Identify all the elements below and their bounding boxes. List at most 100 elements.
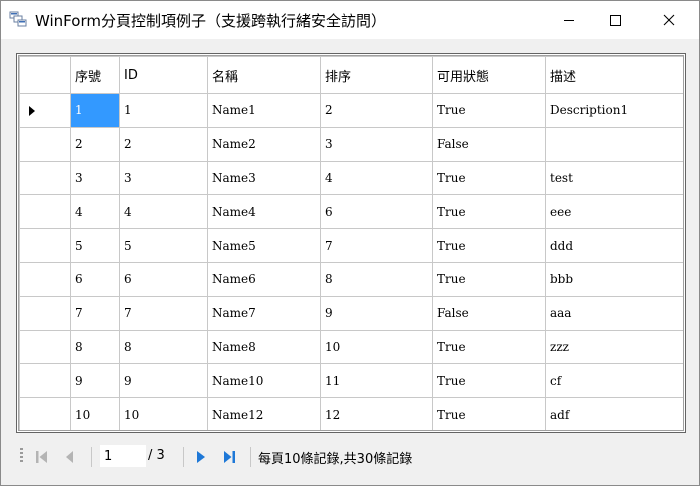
cell-status[interactable]: False (432, 126, 546, 162)
cell-id[interactable]: 3 (119, 160, 208, 196)
table-row[interactable]: 8 8 Name8 10 True zzz (19, 329, 683, 365)
cell-id[interactable]: 8 (119, 329, 208, 365)
cell-id[interactable]: 6 (119, 261, 208, 297)
row-header-cell[interactable] (19, 261, 71, 297)
cell-name[interactable]: Name7 (207, 295, 321, 331)
row-header-cell[interactable] (19, 295, 71, 331)
cell-description[interactable]: test (545, 160, 683, 196)
row-header-cell[interactable] (19, 363, 71, 399)
close-button[interactable] (646, 1, 692, 39)
cell-id[interactable]: 2 (119, 126, 208, 162)
table-row[interactable]: 3 3 Name3 4 True test (19, 160, 683, 196)
minimize-button[interactable] (546, 1, 592, 39)
cell-description[interactable]: bbb (545, 261, 683, 297)
data-grid[interactable]: 序號 ID 名稱 排序 可用狀態 描述 1 1 Name1 2 True Descript… (16, 53, 686, 433)
cell-name[interactable]: Name6 (207, 261, 321, 297)
title-bar: WinForm分頁控制項例子（支援跨執行緒安全訪問） (1, 1, 699, 39)
cell-id[interactable]: 5 (119, 228, 208, 263)
cell-id[interactable]: 7 (119, 295, 208, 331)
column-header-order[interactable]: 排序 (320, 56, 433, 94)
cell-seq[interactable]: 6 (70, 261, 120, 297)
cell-status[interactable]: True (432, 160, 546, 196)
cell-status[interactable]: True (432, 194, 546, 230)
cell-seq[interactable]: 10 (70, 397, 120, 430)
cell-seq[interactable]: 9 (70, 363, 120, 399)
cell-seq[interactable]: 1 (70, 93, 120, 128)
table-row[interactable]: 4 4 Name4 6 True eee (19, 194, 683, 230)
cell-name[interactable]: Name10 (207, 363, 321, 399)
cell-seq[interactable]: 2 (70, 126, 120, 162)
cell-id[interactable]: 9 (119, 363, 208, 399)
cell-name[interactable]: Name12 (207, 397, 321, 430)
cell-order[interactable]: 3 (320, 126, 433, 162)
cell-order[interactable]: 7 (320, 228, 433, 263)
cell-order[interactable]: 11 (320, 363, 433, 399)
table-row[interactable]: 9 9 Name10 11 True cf (19, 363, 683, 399)
cell-seq[interactable]: 8 (70, 329, 120, 365)
cell-order[interactable]: 8 (320, 261, 433, 297)
table-row[interactable]: 1 1 Name1 2 True Description1 (19, 93, 683, 128)
cell-name[interactable]: Name5 (207, 228, 321, 263)
cell-name[interactable]: Name4 (207, 194, 321, 230)
cell-description[interactable]: adf (545, 397, 683, 430)
cell-description[interactable]: eee (545, 194, 683, 230)
row-header-cell[interactable] (19, 194, 71, 230)
cell-seq[interactable]: 5 (70, 228, 120, 263)
cell-status[interactable]: True (432, 329, 546, 365)
cell-name[interactable]: Name8 (207, 329, 321, 365)
next-page-icon (197, 451, 205, 463)
column-header-description[interactable]: 描述 (545, 56, 683, 94)
row-header-cell[interactable] (19, 228, 71, 263)
table-row[interactable]: 5 5 Name5 7 True ddd (19, 228, 683, 263)
cell-name[interactable]: Name2 (207, 126, 321, 162)
cell-status[interactable]: True (432, 93, 546, 128)
column-header-seq[interactable]: 序號 (70, 56, 120, 94)
cell-name[interactable]: Name1 (207, 93, 321, 128)
prev-page-button[interactable] (60, 447, 80, 467)
cell-id[interactable]: 1 (119, 93, 208, 128)
cell-seq[interactable]: 3 (70, 160, 120, 196)
cell-name[interactable]: Name3 (207, 160, 321, 196)
cell-status[interactable]: True (432, 397, 546, 430)
cell-order[interactable]: 4 (320, 160, 433, 196)
cell-seq[interactable]: 4 (70, 194, 120, 230)
maximize-button[interactable] (592, 1, 638, 39)
table-row[interactable]: 6 6 Name6 8 True bbb (19, 261, 683, 297)
cell-order[interactable]: 12 (320, 397, 433, 430)
next-page-button[interactable] (191, 447, 211, 467)
cell-status[interactable]: False (432, 295, 546, 331)
row-header-cell[interactable] (19, 126, 71, 162)
row-header-cell[interactable] (19, 93, 71, 128)
column-header-status[interactable]: 可用狀態 (432, 56, 546, 94)
cell-order[interactable]: 6 (320, 194, 433, 230)
cell-id[interactable]: 4 (119, 194, 208, 230)
row-header-cell[interactable] (19, 160, 71, 196)
cell-status[interactable]: True (432, 261, 546, 297)
cell-description[interactable]: ddd (545, 228, 683, 263)
cell-description[interactable] (545, 126, 683, 162)
cell-status[interactable]: True (432, 228, 546, 263)
cell-order[interactable]: 2 (320, 93, 433, 128)
column-header-id[interactable]: ID (119, 56, 208, 94)
cell-description[interactable]: Description1 (545, 93, 683, 128)
table-row[interactable]: 10 10 Name12 12 True adf (19, 397, 683, 430)
corner-header-cell[interactable] (19, 56, 71, 94)
cell-description[interactable]: cf (545, 363, 683, 399)
column-header-name[interactable]: 名稱 (207, 56, 321, 94)
row-header-cell[interactable] (19, 329, 71, 365)
table-row[interactable]: 2 2 Name2 3 False (19, 126, 683, 162)
cell-order[interactable]: 9 (320, 295, 433, 331)
cell-description[interactable]: zzz (545, 329, 683, 365)
current-page-input[interactable] (100, 445, 146, 467)
cell-id[interactable]: 10 (119, 397, 208, 430)
table-row[interactable]: 7 7 Name7 9 False aaa (19, 295, 683, 331)
header-row: 序號 ID 名稱 排序 可用狀態 描述 (19, 56, 683, 94)
last-page-button[interactable] (219, 447, 239, 467)
first-page-button[interactable] (32, 447, 52, 467)
toolbar-grip[interactable] (20, 448, 23, 464)
row-header-cell[interactable] (19, 397, 71, 430)
cell-order[interactable]: 10 (320, 329, 433, 365)
cell-status[interactable]: True (432, 363, 546, 399)
cell-description[interactable]: aaa (545, 295, 683, 331)
cell-seq[interactable]: 7 (70, 295, 120, 331)
